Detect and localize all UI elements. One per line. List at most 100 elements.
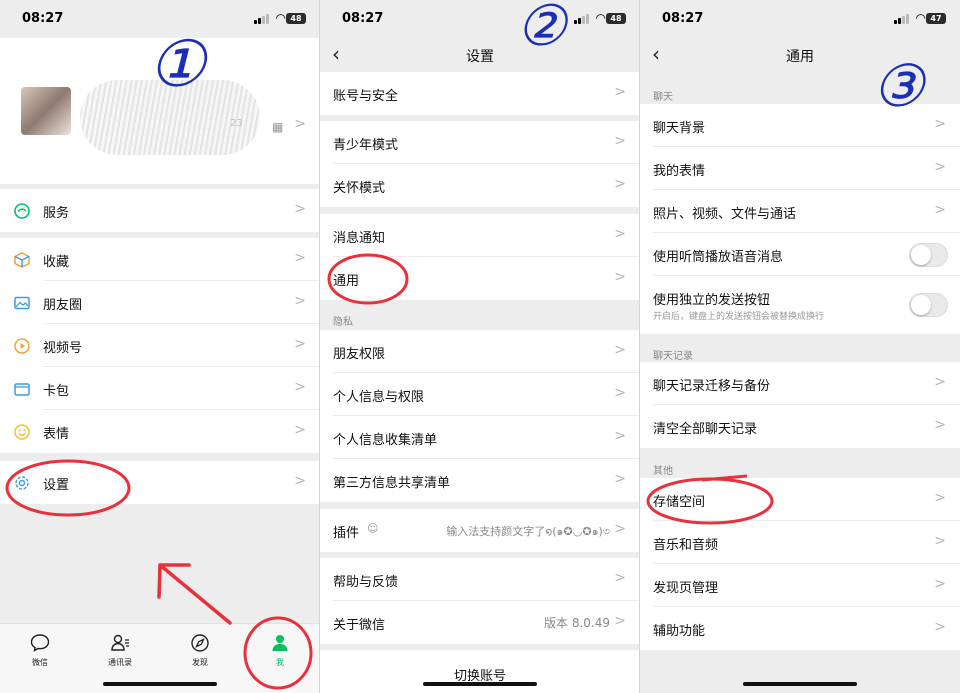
settings-item-account-security[interactable]: 账号与安全 >: [320, 72, 640, 115]
section-header-other: 其他: [653, 466, 673, 477]
general-item-label: 辅助功能: [653, 624, 706, 639]
annotation-number: ③: [872, 52, 924, 120]
wifi-icon: ◠: [915, 11, 926, 25]
switch-account-button[interactable]: 切换账号: [320, 650, 640, 693]
tab-contacts[interactable]: 通讯录: [90, 632, 150, 668]
status-time: 08:27: [22, 11, 64, 26]
general-item-chat-migration[interactable]: 聊天记录迁移与备份 >: [640, 362, 960, 405]
general-item-label: 我的表情: [653, 164, 706, 179]
general-item-sublabel: 开启后，键盘上的发送按钮会被替换成换行: [653, 312, 825, 322]
general-item-label: 使用独立的发送按钮: [653, 293, 771, 308]
chevron-right-icon: >: [294, 473, 306, 489]
settings-item-label: 青少年模式: [333, 138, 399, 153]
general-item-music-audio[interactable]: 音乐和音频 >: [640, 521, 960, 564]
settings-gear-icon: [15, 476, 29, 490]
general-item-media-calls[interactable]: 照片、视频、文件与通话 >: [640, 190, 960, 233]
annotation-number: ①: [148, 28, 206, 102]
signal-icon: [894, 14, 909, 24]
menu-item-service[interactable]: 服务 >: [0, 189, 320, 232]
settings-item-personal-info-list[interactable]: 个人信息收集清单 >: [320, 416, 640, 459]
menu-item-label: 表情: [43, 427, 70, 442]
general-item-accessibility[interactable]: 辅助功能 >: [640, 607, 960, 650]
settings-item-general[interactable]: 通用 >: [320, 257, 640, 300]
signal-icon: [574, 14, 589, 24]
chevron-right-icon: >: [934, 202, 946, 218]
favorites-icon: [14, 252, 30, 268]
status-time: 08:27: [342, 11, 384, 26]
chevron-right-icon: >: [294, 201, 306, 217]
settings-item-notifications[interactable]: 消息通知 >: [320, 214, 640, 257]
tab-chats[interactable]: 微信: [10, 632, 70, 668]
chevron-right-icon: >: [614, 428, 626, 444]
me-screen: 08:27 ◠ 48 23 ▦ > 服务 > 收藏 > 朋友圈 > 视频号 >: [0, 0, 320, 693]
settings-item-care-mode[interactable]: 关怀模式 >: [320, 164, 640, 207]
settings-item-value: 输入法支持颜文字了໑(๑✪◡✪๑)৩: [446, 525, 610, 538]
settings-item-teen-mode[interactable]: 青少年模式 >: [320, 121, 640, 164]
qr-code-icon[interactable]: ▦: [272, 120, 283, 134]
menu-item-label: 收藏: [43, 255, 70, 270]
chevron-right-icon: >: [614, 176, 626, 192]
chevron-right-icon: >: [614, 471, 626, 487]
settings-item-about[interactable]: 关于微信 版本 8.0.49 >: [320, 601, 640, 644]
general-item-storage[interactable]: 存储空间 >: [640, 478, 960, 521]
page-title: 设置: [466, 49, 494, 65]
chevron-right-icon: >: [294, 379, 306, 395]
menu-item-sticker[interactable]: 表情 >: [0, 410, 320, 453]
settings-item-label: 账号与安全: [333, 89, 399, 104]
settings-item-help-feedback[interactable]: 帮助与反馈 >: [320, 558, 640, 601]
general-screen: 08:27 ◠ 47 ‹ 通用 聊天 聊天背景 > 我的表情 > 照片、视频、文…: [640, 0, 960, 693]
avatar[interactable]: [21, 87, 71, 135]
general-item-my-stickers[interactable]: 我的表情 >: [640, 147, 960, 190]
settings-item-label: 个人信息收集清单: [333, 433, 438, 448]
separate-send-toggle[interactable]: [909, 293, 948, 317]
chevron-right-icon: >: [934, 490, 946, 506]
settings-item-label: 关于微信: [333, 618, 386, 633]
settings-item-third-party-sharing[interactable]: 第三方信息共享清单 >: [320, 459, 640, 502]
general-item-label: 发现页管理: [653, 581, 719, 596]
general-item-discover-management[interactable]: 发现页管理 >: [640, 564, 960, 607]
chevron-right-icon: >: [614, 570, 626, 586]
settings-item-friend-permissions[interactable]: 朋友权限 >: [320, 330, 640, 373]
menu-item-label: 视频号: [43, 341, 83, 356]
menu-item-card-wallet[interactable]: 卡包 >: [0, 367, 320, 410]
menu-item-channels[interactable]: 视频号 >: [0, 324, 320, 367]
chevron-right-icon: >: [614, 342, 626, 358]
chevron-right-icon: >: [934, 116, 946, 132]
general-item-label: 照片、视频、文件与通话: [653, 207, 797, 222]
annotation-number: ②: [516, 0, 567, 59]
home-indicator: [743, 682, 857, 686]
earpiece-toggle[interactable]: [909, 243, 948, 267]
general-item-label: 使用听筒播放语音消息: [653, 250, 784, 265]
annotation-arrow: [157, 563, 232, 625]
chevron-right-icon: >: [294, 116, 306, 132]
tab-label: 我: [276, 658, 284, 667]
general-item-separate-send-button: 使用独立的发送按钮 开启后，键盘上的发送按钮会被替换成换行: [640, 276, 960, 334]
chevron-right-icon: >: [934, 374, 946, 390]
chevron-right-icon: >: [614, 84, 626, 100]
tab-discover[interactable]: 发现: [170, 632, 230, 668]
menu-item-label: 卡包: [43, 384, 70, 399]
contacts-icon: [111, 634, 129, 651]
menu-item-moments[interactable]: 朋友圈 >: [0, 281, 320, 324]
settings-item-label: 插件: [333, 526, 360, 541]
settings-item-label: 消息通知: [333, 231, 386, 246]
tab-me[interactable]: 我: [250, 632, 310, 668]
compass-icon: [191, 634, 209, 652]
general-item-clear-history[interactable]: 清空全部聊天记录 >: [640, 405, 960, 448]
general-item-earpiece-playback: 使用听筒播放语音消息: [640, 233, 960, 276]
settings-item-plugins[interactable]: 插件 ☺ 输入法支持颜文字了໑(๑✪◡✪๑)৩ >: [320, 509, 640, 552]
battery-icon: 47: [926, 13, 946, 24]
chevron-right-icon: >: [294, 293, 306, 309]
settings-item-label: 第三方信息共享清单: [333, 476, 451, 491]
chevron-right-icon: >: [934, 159, 946, 175]
settings-item-label: 关怀模式: [333, 181, 386, 196]
settings-item-personal-info-permissions[interactable]: 个人信息与权限 >: [320, 373, 640, 416]
status-time: 08:27: [662, 11, 704, 26]
chevron-right-icon: >: [934, 417, 946, 433]
card-wallet-icon: [14, 383, 30, 396]
plugin-badge-icon: ☺: [367, 522, 379, 535]
menu-item-favorites[interactable]: 收藏 >: [0, 238, 320, 281]
chevron-right-icon: >: [614, 133, 626, 149]
general-item-label: 存储空间: [653, 495, 706, 510]
menu-item-settings[interactable]: 设置 >: [0, 461, 320, 504]
